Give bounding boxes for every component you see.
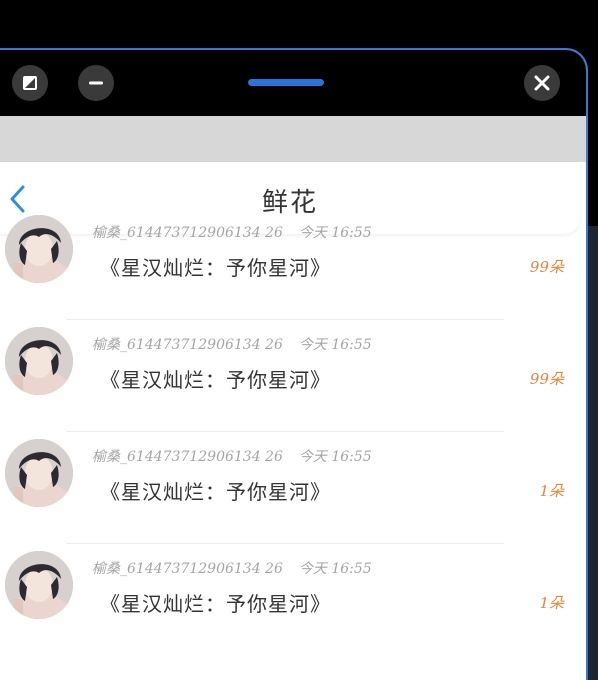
send-time: 今天 16:55 [298,225,372,241]
sender-name: 榆桑_614473712906134 26 [92,449,283,465]
drag-handle[interactable] [248,79,324,86]
list-item[interactable]: 榆桑_614473712906134 26 今天 16:55 《星汉灿烂：予你星河… [0,208,586,320]
message-text: 《星汉灿烂：予你星河》 [100,480,331,504]
minus-icon [89,81,103,85]
sender-name: 榆桑_614473712906134 26 [92,225,283,241]
flower-count: 99朵 [529,370,564,388]
avatar[interactable] [5,327,73,395]
close-button[interactable] [524,65,560,101]
message-text: 《星汉灿烂：予你星河》 [100,256,331,280]
screen: 鲜花 榆桑_614473712906134 26 今天 16:55 《星汉灿烂：予… [0,0,598,680]
flower-count: 1朵 [539,482,564,500]
window-titlebar[interactable] [0,50,586,116]
sender-name: 榆桑_614473712906134 26 [92,337,283,353]
minimize-button[interactable] [78,65,114,101]
close-icon [534,75,550,91]
background-edge [588,226,598,680]
sender-name: 榆桑_614473712906134 26 [92,561,283,577]
message-text: 《星汉灿烂：予你星河》 [100,368,331,392]
list-item[interactable]: 榆桑_614473712906134 26 今天 16:55 《星汉灿烂：予你星河… [0,320,586,432]
message-text: 《星汉灿烂：予你星河》 [100,592,331,616]
send-time: 今天 16:55 [298,561,372,577]
send-time: 今天 16:55 [298,337,372,353]
flower-count: 99朵 [529,258,564,276]
avatar[interactable] [5,215,73,283]
restore-button[interactable] [12,65,48,101]
list-item[interactable]: 榆桑_614473712906134 26 今天 16:55 《星汉灿烂：予你星河… [0,432,586,544]
send-time: 今天 16:55 [298,449,372,465]
sender-line: 榆桑_614473712906134 26 今天 16:55 [92,334,372,354]
restore-icon [23,76,37,90]
sender-line: 榆桑_614473712906134 26 今天 16:55 [92,446,372,466]
avatar[interactable] [5,439,73,507]
flower-count: 1朵 [539,594,564,612]
list-item[interactable]: 榆桑_614473712906134 26 今天 16:55 《星汉灿烂：予你星河… [0,544,586,656]
sender-line: 榆桑_614473712906134 26 今天 16:55 [92,222,372,242]
flower-list: 榆桑_614473712906134 26 今天 16:55 《星汉灿烂：予你星河… [0,208,586,656]
sender-line: 榆桑_614473712906134 26 今天 16:55 [92,558,372,578]
avatar[interactable] [5,551,73,619]
status-strip [0,116,586,162]
